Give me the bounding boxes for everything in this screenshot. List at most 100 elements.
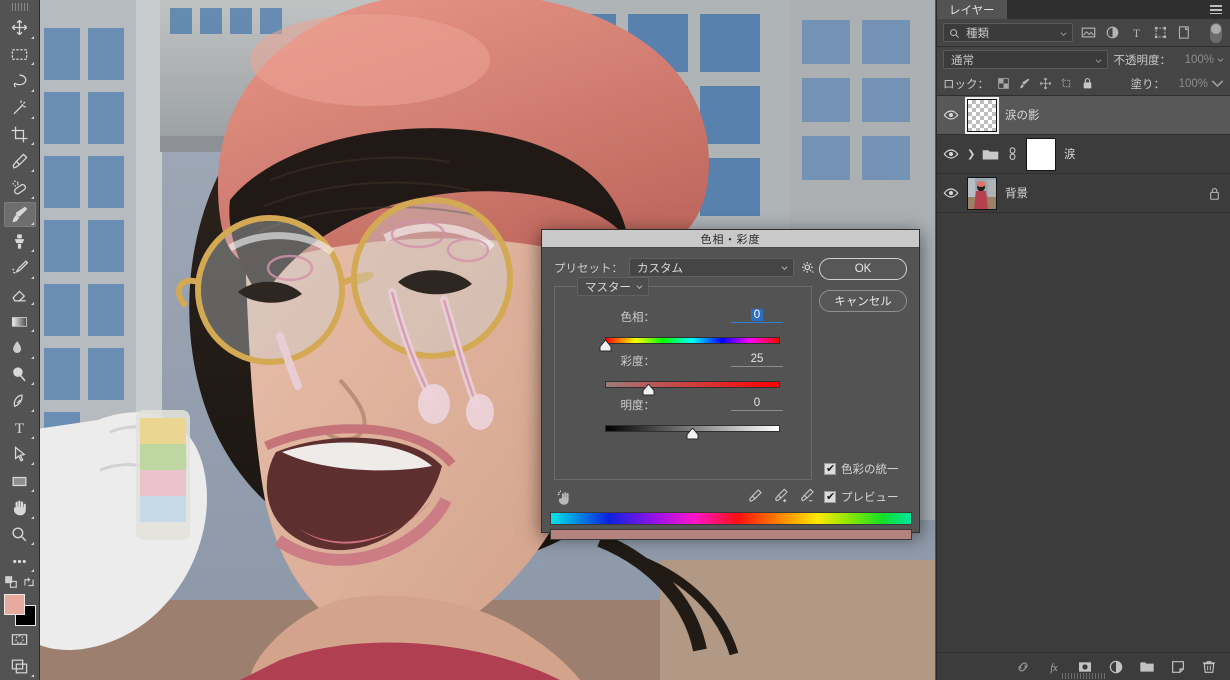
layer-name[interactable]: 涙の影 [1005, 107, 1040, 123]
brush-tool[interactable] [3, 201, 36, 228]
eraser-tool[interactable] [4, 282, 36, 308]
colorize-checkbox-row[interactable]: 色彩の統一 [824, 461, 899, 477]
healing-brush-tool[interactable] [4, 175, 36, 201]
link-icon[interactable] [1007, 147, 1018, 161]
filter-adjustment-icon[interactable] [1105, 25, 1120, 40]
history-brush-tool[interactable] [4, 255, 36, 281]
colorize-checkbox[interactable] [824, 462, 836, 475]
eyedropper-add-icon[interactable] [773, 488, 789, 504]
group-expand-arrow[interactable]: ❯ [967, 149, 975, 160]
hue-slider-handle[interactable] [599, 340, 612, 352]
more-tools-button[interactable] [4, 548, 36, 574]
layer-row[interactable]: 背景 [937, 174, 1230, 213]
new-group-icon[interactable] [1139, 659, 1155, 675]
hue-saturation-dialog[interactable]: 色相・彩度 プリセット： カスタム OK キャンセル マスター 色相： 0 彩度… [541, 229, 920, 540]
filter-icons-group[interactable]: T [1081, 25, 1192, 40]
lock-all-icon[interactable] [1081, 77, 1094, 90]
hand-tool[interactable] [4, 495, 36, 521]
layer-row[interactable]: 涙の影 [937, 96, 1230, 135]
layer-thumbnail[interactable] [967, 98, 997, 132]
eyedropper-group[interactable] [747, 488, 815, 504]
chevron-down-icon[interactable] [1217, 57, 1224, 62]
blend-mode-row[interactable]: 通常 不透明度： 100% [937, 47, 1230, 72]
blend-mode-dropdown[interactable]: 通常 [943, 50, 1108, 69]
filter-enable-toggle[interactable] [1210, 22, 1222, 43]
layer-name[interactable]: 背景 [1005, 185, 1028, 201]
crop-tool[interactable] [4, 122, 36, 148]
layer-mask-thumbnail[interactable] [1026, 137, 1056, 171]
layers-panel[interactable]: レイヤー 種類 T 通常 不透明度： 100% ロック： 塗り： 100% 涙の… [936, 0, 1230, 680]
toolbar-drag-grip[interactable] [11, 3, 28, 11]
delete-layer-icon[interactable] [1201, 659, 1217, 675]
shape-tool[interactable] [4, 468, 36, 494]
kind-filter-dropdown[interactable]: 種類 [943, 23, 1073, 42]
clone-stamp-tool[interactable] [4, 228, 36, 254]
new-adjustment-icon[interactable] [1108, 659, 1124, 675]
layer-thumbnail[interactable] [967, 176, 997, 210]
on-image-adjust-icon[interactable] [556, 489, 574, 507]
layer-filter-row[interactable]: 種類 T [937, 19, 1230, 47]
lock-artboard-icon[interactable] [1060, 77, 1073, 90]
layer-name[interactable]: 涙 [1064, 146, 1076, 162]
opacity-value[interactable]: 100% [1174, 54, 1214, 66]
filter-type-icon[interactable]: T [1129, 25, 1144, 40]
lasso-tool[interactable] [4, 68, 36, 94]
cancel-button[interactable]: キャンセル [819, 290, 907, 312]
hue-input[interactable]: 0 [731, 309, 783, 323]
preset-dropdown[interactable]: カスタム [629, 258, 794, 277]
link-layers-icon[interactable] [1015, 659, 1031, 675]
path-selection-tool[interactable] [4, 442, 36, 468]
hue-slider-track[interactable] [605, 337, 780, 344]
channel-dropdown[interactable]: マスター [577, 277, 649, 296]
panel-menu-icon[interactable] [1210, 5, 1222, 14]
fx-icon[interactable]: fx [1046, 659, 1062, 675]
zoom-tool[interactable] [4, 522, 36, 548]
blur-tool[interactable] [4, 335, 36, 361]
eyedropper-tool[interactable] [4, 148, 36, 174]
saturation-slider-track[interactable] [605, 381, 780, 388]
pen-tool[interactable] [4, 388, 36, 414]
lightness-input[interactable]: 0 [731, 397, 783, 411]
gradient-tool[interactable] [4, 308, 36, 334]
ok-button[interactable]: OK [819, 258, 907, 280]
eye-icon[interactable] [943, 146, 959, 162]
eyedropper-subtract-icon[interactable] [799, 488, 815, 504]
gear-icon[interactable] [800, 260, 816, 276]
foreground-color-swatch[interactable] [3, 594, 25, 616]
marquee-tool[interactable] [4, 42, 36, 68]
tab-layers[interactable]: レイヤー [937, 0, 1007, 19]
eye-icon[interactable] [943, 185, 959, 201]
new-layer-icon[interactable] [1170, 659, 1186, 675]
type-tool[interactable]: T [4, 415, 36, 441]
swap-colors-icon[interactable] [22, 575, 36, 589]
tools-panel[interactable]: T [0, 0, 40, 680]
dodge-tool[interactable] [4, 362, 36, 388]
preview-checkbox-row[interactable]: プレビュー [824, 489, 899, 505]
lock-row[interactable]: ロック： 塗り： 100% [937, 72, 1230, 96]
lock-icon[interactable] [1209, 187, 1220, 200]
panel-tab-bar[interactable]: レイヤー [937, 0, 1230, 19]
eyedropper-icon[interactable] [747, 488, 763, 504]
layer-row[interactable]: ❯ 涙 [937, 135, 1230, 174]
lock-position-icon[interactable] [1039, 77, 1052, 90]
opacity-group[interactable]: 不透明度： 100% [1114, 52, 1225, 68]
filter-pixel-icon[interactable] [1081, 25, 1096, 40]
fill-group[interactable]: 塗り： 100% [1131, 76, 1225, 92]
filter-shape-icon[interactable] [1153, 25, 1168, 40]
fill-value[interactable]: 100% [1168, 78, 1208, 90]
magic-wand-tool[interactable] [4, 95, 36, 121]
chevron-down-icon[interactable] [1211, 77, 1224, 90]
quick-mask-icon[interactable] [4, 627, 36, 653]
lock-transparent-icon[interactable] [997, 77, 1010, 90]
filter-smartobject-icon[interactable] [1177, 25, 1192, 40]
saturation-input[interactable]: 25 [731, 353, 783, 367]
default-colors-icon[interactable] [4, 575, 18, 589]
saturation-slider-handle[interactable] [642, 384, 655, 396]
lock-image-icon[interactable] [1018, 77, 1031, 90]
panel-resize-grip[interactable] [1062, 673, 1106, 679]
eye-icon[interactable] [943, 107, 959, 123]
color-swatches[interactable] [3, 593, 37, 627]
screen-mode-icon[interactable] [4, 653, 36, 679]
lightness-slider-handle[interactable] [686, 428, 699, 440]
move-tool[interactable] [4, 15, 36, 41]
